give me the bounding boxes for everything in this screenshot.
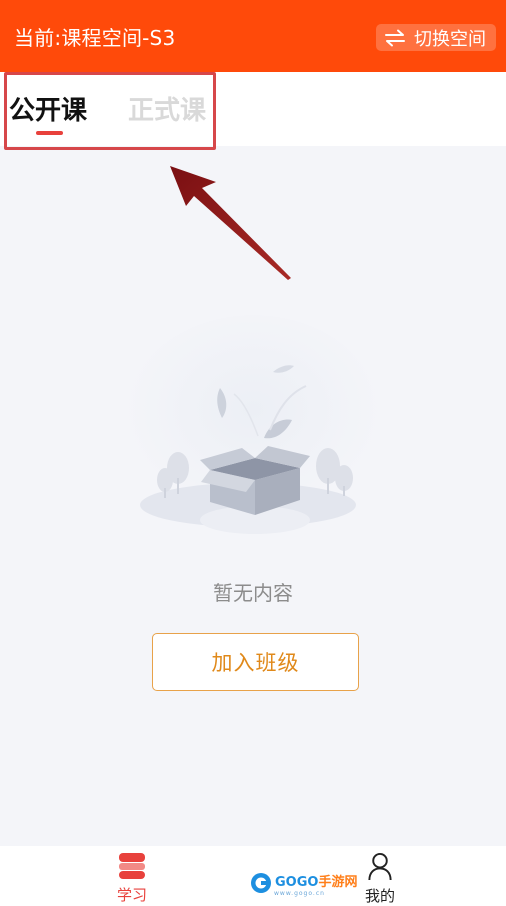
swap-arrows-icon	[385, 29, 405, 46]
switch-space-button[interactable]: 切换空间	[376, 24, 496, 51]
nav-label-mine: 我的	[364, 887, 395, 905]
user-icon	[368, 852, 392, 881]
watermark-text: GOGO手游网	[275, 875, 358, 890]
nav-item-study[interactable]: 学习	[104, 846, 160, 906]
gogo-logo-icon	[251, 873, 271, 893]
header-bar: 当前:课程空间-S3 切换空间	[0, 0, 506, 72]
annotation-arrow-icon	[170, 166, 291, 280]
nav-item-mine[interactable]: 我的	[352, 846, 408, 906]
nav-label-study: 学习	[116, 886, 147, 904]
join-class-button[interactable]: 加入班级	[152, 633, 359, 691]
watermark-subtext: www.gogo.cn	[274, 890, 325, 897]
annotation-highlight-box	[4, 72, 216, 150]
study-icon	[119, 853, 145, 879]
empty-box-illustration	[123, 315, 383, 534]
switch-space-label: 切换空间	[414, 28, 486, 50]
empty-state-text: 暂无内容	[213, 581, 293, 605]
current-space-title: 当前:课程空间-S3	[14, 26, 176, 50]
